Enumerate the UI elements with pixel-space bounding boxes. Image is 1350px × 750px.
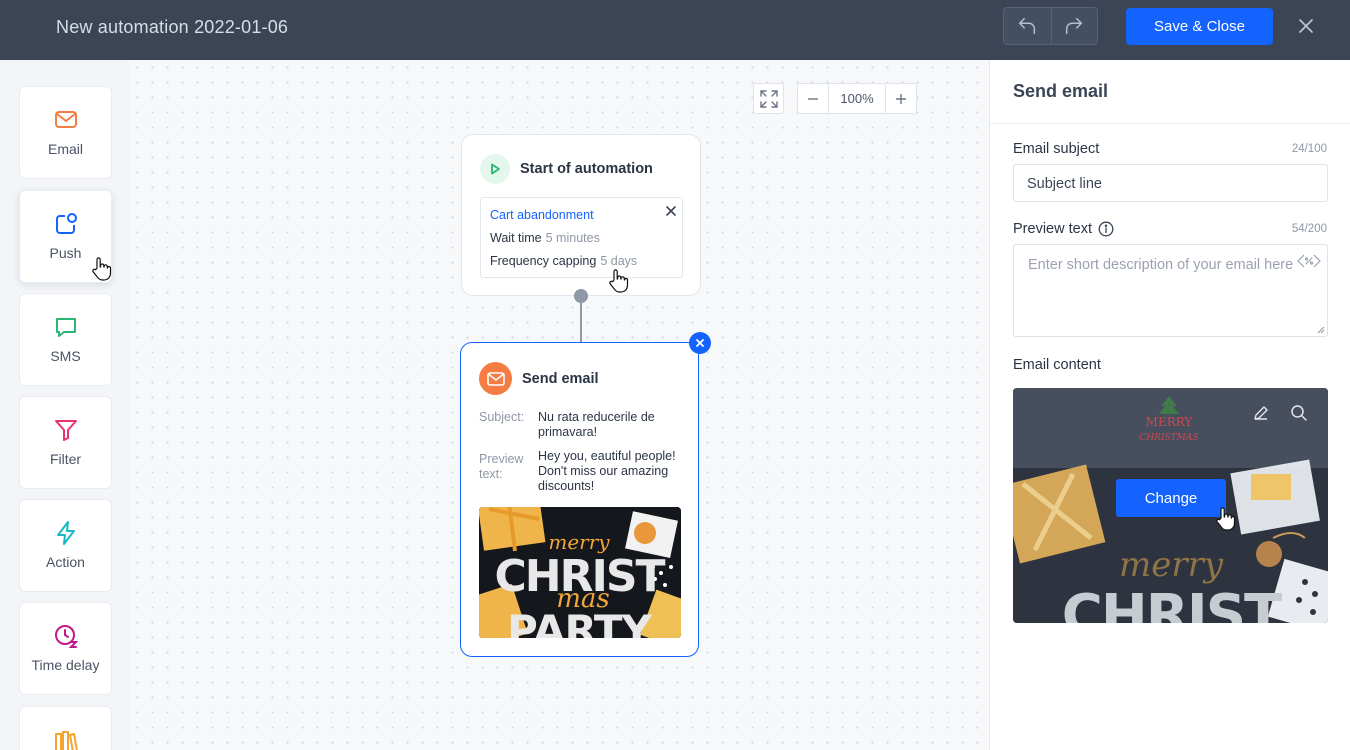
start-automation-node[interactable]: Start of automation Cart abandonment Wai… (461, 134, 701, 296)
zoom-content-button[interactable] (1286, 400, 1312, 426)
preview-text-label: Preview text (1013, 221, 1092, 237)
subject-value: Nu rata reducerile de primavara! (538, 410, 655, 439)
preview-logo-line1: MERRY (1146, 415, 1194, 429)
preview-label: Preview text: (479, 452, 524, 481)
zoom-control: 100% (797, 83, 917, 114)
subject-counter: 24/100 (1291, 143, 1327, 155)
palette-time-delay[interactable]: Time delay (19, 602, 112, 695)
mail-icon (479, 362, 512, 395)
close-icon (1299, 19, 1313, 33)
minus-icon (808, 97, 818, 100)
frequency-value: 5 days (600, 254, 638, 268)
subject-label: Subject: (479, 410, 525, 424)
undo-icon (1019, 17, 1036, 35)
wait-time-value: 5 minutes (545, 231, 600, 245)
start-node-title: Start of automation (520, 161, 653, 177)
send-email-node[interactable]: Send email Subject: Nu rata reducerile d… (460, 332, 711, 657)
palette-sms-label: SMS (50, 348, 81, 364)
email-settings-panel: Send email Email subject 24/100 Subject … (989, 60, 1350, 750)
email-content-preview[interactable]: MERRY CHRISTMAS merry CHRIST Change (1013, 388, 1328, 623)
automation-title[interactable]: New automation 2022-01-06 (56, 17, 288, 38)
trigger-name[interactable]: Cart abandonment (490, 208, 594, 222)
remove-node-button[interactable] (689, 332, 711, 354)
expand-icon (759, 89, 778, 108)
preview-value: Hey you, eautiful people! Don't miss our… (538, 449, 676, 493)
push-icon (55, 213, 77, 234)
close-icon (696, 339, 704, 347)
library-icon (54, 731, 78, 750)
email-content-label: Email content (1013, 357, 1101, 373)
history-controls (1003, 7, 1098, 45)
zoom-out-button[interactable] (798, 84, 828, 113)
resize-grip-icon[interactable] (1317, 326, 1325, 334)
preview-counter: 54/200 (1291, 223, 1327, 235)
wait-time-row: Wait time 5 minutes (490, 231, 600, 245)
filter-icon (54, 420, 77, 441)
plus-icon (896, 93, 906, 104)
fit-to-screen-button[interactable] (753, 83, 784, 114)
top-bar: New automation 2022-01-06 Save & Close (0, 0, 1350, 60)
search-icon (1291, 405, 1307, 421)
undo-button[interactable] (1004, 8, 1051, 44)
email-subject-input[interactable]: Subject line (1013, 164, 1328, 202)
chat-icon (55, 318, 76, 337)
palette-push-label: Push (49, 245, 82, 261)
preview-logo-line2: CHRISTMAS (1139, 433, 1198, 443)
palette-filter[interactable]: Filter (19, 396, 112, 489)
palette-action[interactable]: Action (19, 499, 112, 592)
email-thumbnail: merry CHRIST mas PARTY (479, 507, 681, 638)
close-button[interactable] (1296, 16, 1316, 36)
wait-time-label: Wait time (490, 231, 542, 245)
hand-cursor-icon (92, 257, 112, 281)
panel-title: Send email (1013, 81, 1109, 101)
frequency-label: Frequency capping (490, 254, 597, 268)
remove-trigger-button[interactable] (664, 204, 678, 218)
play-icon (480, 154, 510, 184)
info-icon[interactable] (1098, 221, 1114, 237)
preview-placeholder: Enter short description of your email he… (1028, 257, 1294, 273)
trigger-card[interactable]: Cart abandonment Wait time 5 minutes Freq… (480, 197, 683, 278)
palette-email[interactable]: Email (19, 86, 112, 179)
palette-time-delay-label: Time delay (31, 657, 100, 673)
preview-text-label-row: Preview text (1013, 221, 1114, 237)
hand-cursor-icon (1216, 507, 1236, 531)
redo-icon (1066, 17, 1083, 35)
preview-text1: merry (1119, 545, 1224, 585)
panel-divider (990, 123, 1350, 124)
palette-sms[interactable]: SMS (19, 293, 112, 386)
save-close-button[interactable]: Save & Close (1126, 8, 1273, 45)
email-subject-label: Email subject (1013, 141, 1100, 157)
palette-email-label: Email (47, 141, 83, 157)
mail-icon (54, 111, 77, 128)
hand-cursor-icon (609, 269, 629, 293)
pencil-icon (1254, 406, 1268, 420)
zoom-in-button[interactable] (886, 84, 916, 113)
connector-handle[interactable] (574, 289, 588, 303)
preview-text2: CHRIST (1062, 583, 1282, 623)
palette-library[interactable] (19, 706, 112, 750)
palette-action-label: Action (46, 554, 85, 570)
change-template-button[interactable]: Change (1116, 479, 1226, 517)
personalization-tag-icon[interactable] (1297, 253, 1321, 269)
close-icon (666, 206, 676, 216)
preview-text-input[interactable]: Enter short description of your email he… (1013, 244, 1328, 337)
email-node-title: Send email (522, 370, 599, 387)
thumb-line4: PARTY (507, 606, 653, 638)
frequency-row: Frequency capping 5 days (490, 254, 637, 268)
lightning-icon (56, 521, 75, 545)
connector-line (580, 302, 582, 344)
edit-content-button[interactable] (1248, 400, 1274, 426)
clock-icon (54, 625, 78, 648)
redo-button[interactable] (1050, 8, 1098, 44)
palette-filter-label: Filter (49, 451, 82, 467)
zoom-level: 100% (828, 84, 886, 113)
